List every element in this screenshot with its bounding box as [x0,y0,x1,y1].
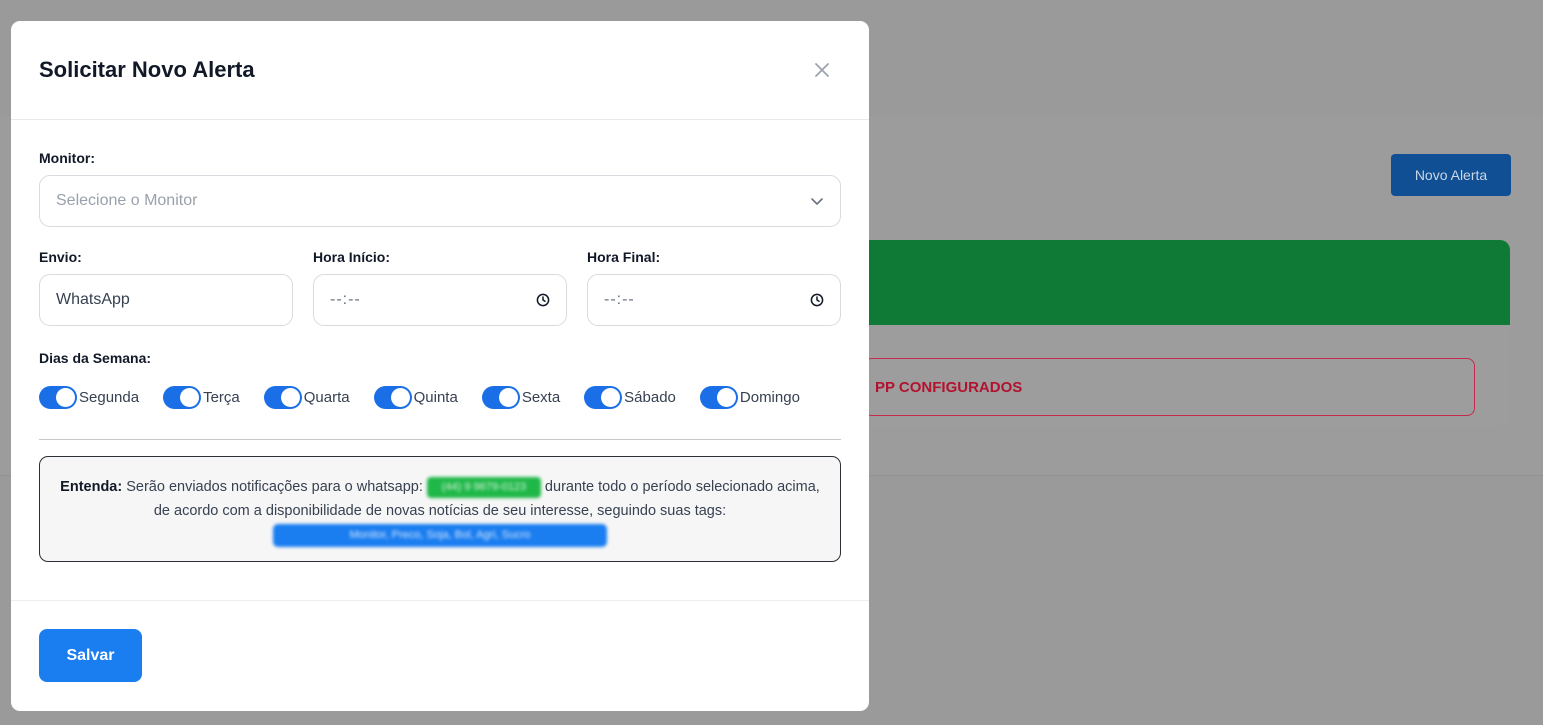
envio-value: WhatsApp [56,291,130,308]
day-label: Quarta [303,389,350,406]
days-toggle-group: Segunda Terça Quarta Quinta Sexta Sábado [39,386,841,409]
toggle-switch[interactable] [584,386,623,409]
day-label: Terça [203,389,240,406]
toggle-switch[interactable] [373,386,412,409]
monitor-placeholder: Selecione o Monitor [56,192,198,209]
chevron-down-icon [811,198,823,205]
hora-final-field[interactable]: --:-- [587,274,841,326]
toggle-switch[interactable] [163,386,202,409]
close-icon [815,63,829,77]
tags-badge: Monitor, Preco, Soja, Bol, Agri, Sucro [273,523,607,547]
day-label: Domingo [739,389,800,406]
save-button[interactable]: Salvar [39,629,142,682]
modal-footer: Salvar [11,600,869,711]
background-card: PP CONFIGURADOS [840,240,1510,426]
toggle-switch[interactable] [263,386,302,409]
day-toggle-sabado[interactable]: Sábado [584,386,676,409]
day-label: Sábado [624,389,676,406]
clock-icon[interactable] [536,293,550,307]
toggle-switch[interactable] [39,386,77,409]
hora-inicio-value: --:-- [330,291,361,308]
hora-inicio-field[interactable]: --:-- [313,274,567,326]
day-toggle-sexta[interactable]: Sexta [481,386,561,409]
modal-title: Solicitar Novo Alerta [39,57,255,82]
toggle-switch[interactable] [481,386,520,409]
day-toggle-segunda[interactable]: Segunda [39,386,139,409]
background-card-header [840,240,1510,325]
hora-final-value: --:-- [604,291,635,308]
monitor-label: Monitor: [39,150,95,166]
divider [39,439,841,440]
envio-field[interactable]: WhatsApp [39,274,293,326]
toggle-switch[interactable] [699,386,738,409]
hora-final-label: Hora Final: [587,249,661,265]
envio-group: Envio: WhatsApp [39,249,293,326]
info-strong: Entenda: [60,479,123,495]
modal-body: Monitor: Selecione o Monitor Envio: What… [11,120,869,600]
info-text-1: Serão enviados notificações para o whats… [122,479,427,495]
hora-inicio-group: Hora Início: --:-- [313,249,567,326]
day-toggle-terca[interactable]: Terça [163,386,240,409]
envio-label: Envio: [39,249,82,265]
phone-badge: (44) 9 9679-0123 [426,476,541,498]
day-label: Sexta [521,389,561,406]
day-toggle-quarta[interactable]: Quarta [263,386,350,409]
close-button[interactable] [811,59,833,81]
hora-final-group: Hora Final: --:-- [587,249,841,326]
new-alert-modal: Solicitar Novo Alerta Monitor: Selecione… [11,21,869,711]
day-label: Segunda [79,389,140,406]
send-time-row: Envio: WhatsApp Hora Início: --:-- Hora … [39,249,841,326]
info-box: Entenda: Serão enviados notificações par… [39,456,841,562]
hora-inicio-label: Hora Início: [313,249,391,265]
background-alert: PP CONFIGURADOS [864,358,1475,416]
day-toggle-quinta[interactable]: Quinta [373,386,458,409]
clock-icon[interactable] [810,293,824,307]
day-label: Quinta [413,389,458,406]
background-alert-text: PP CONFIGURADOS [875,378,1023,396]
day-toggle-domingo[interactable]: Domingo [699,386,800,409]
modal-header: Solicitar Novo Alerta [11,21,869,120]
monitor-select[interactable]: Selecione o Monitor [39,175,841,227]
new-alert-button: Novo Alerta [1391,154,1511,196]
days-label: Dias da Semana: [39,350,152,366]
